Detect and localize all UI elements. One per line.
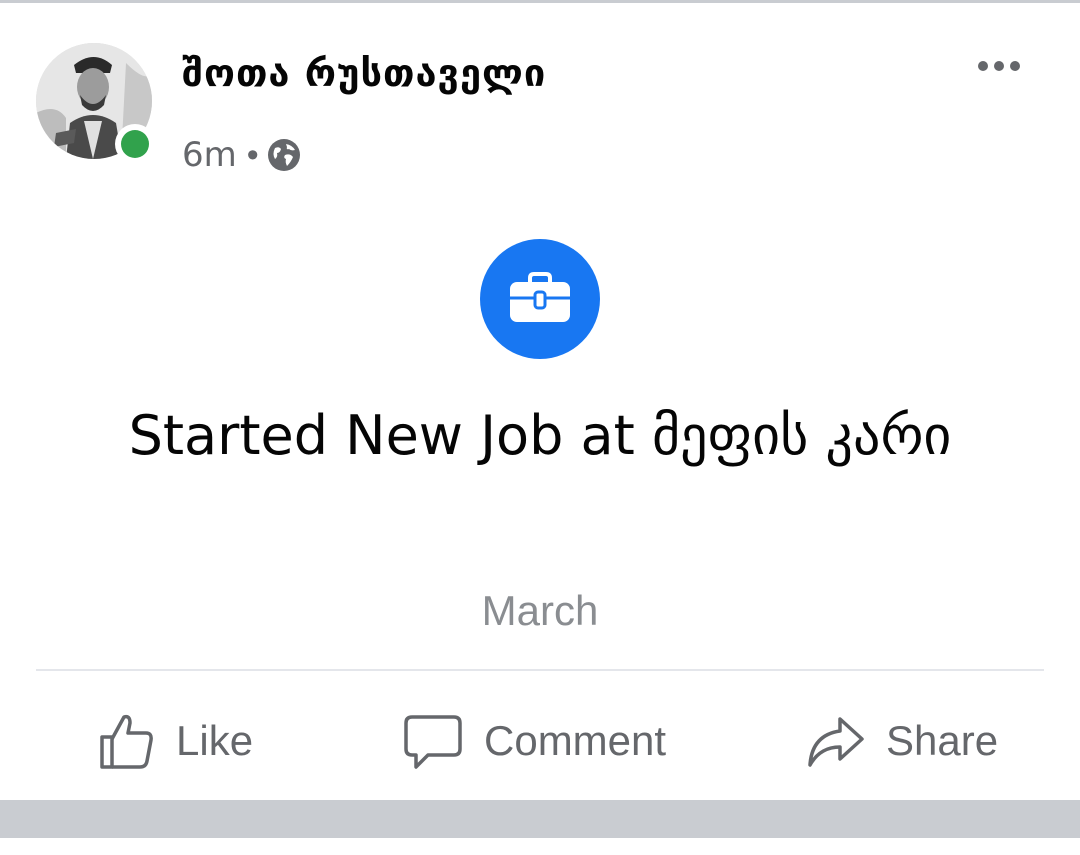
feed-separator <box>0 800 1080 838</box>
life-event-badge <box>480 239 600 359</box>
more-options-button[interactable] <box>964 43 1034 89</box>
feed-post: შოთა რუსთაველი 6m • Started New Job at მ… <box>0 3 1080 800</box>
online-status-indicator <box>115 124 155 164</box>
next-post-edge <box>0 838 1080 855</box>
post-meta: 6m • <box>182 131 301 179</box>
like-label: Like <box>176 717 254 764</box>
author-name[interactable]: შოთა რუსთაველი <box>182 51 546 95</box>
post-timestamp[interactable]: 6m <box>182 135 237 175</box>
actions-divider <box>36 669 1044 671</box>
briefcase-icon <box>510 272 570 322</box>
life-event-date: March <box>481 587 599 634</box>
more-dots-icon <box>978 61 988 71</box>
globe-icon[interactable] <box>267 138 301 172</box>
like-button[interactable]: Like <box>96 703 253 779</box>
share-label: Share <box>886 717 999 764</box>
life-event-title: Started New Job at მეფის კარი <box>128 404 952 467</box>
comment-button[interactable]: Comment <box>402 703 666 779</box>
comment-bubble-icon <box>402 711 464 771</box>
thumbs-up-icon <box>96 711 156 771</box>
meta-separator: • <box>246 136 259 174</box>
share-arrow-icon <box>804 711 866 771</box>
share-button[interactable]: Share <box>804 703 998 779</box>
comment-label: Comment <box>484 717 667 764</box>
